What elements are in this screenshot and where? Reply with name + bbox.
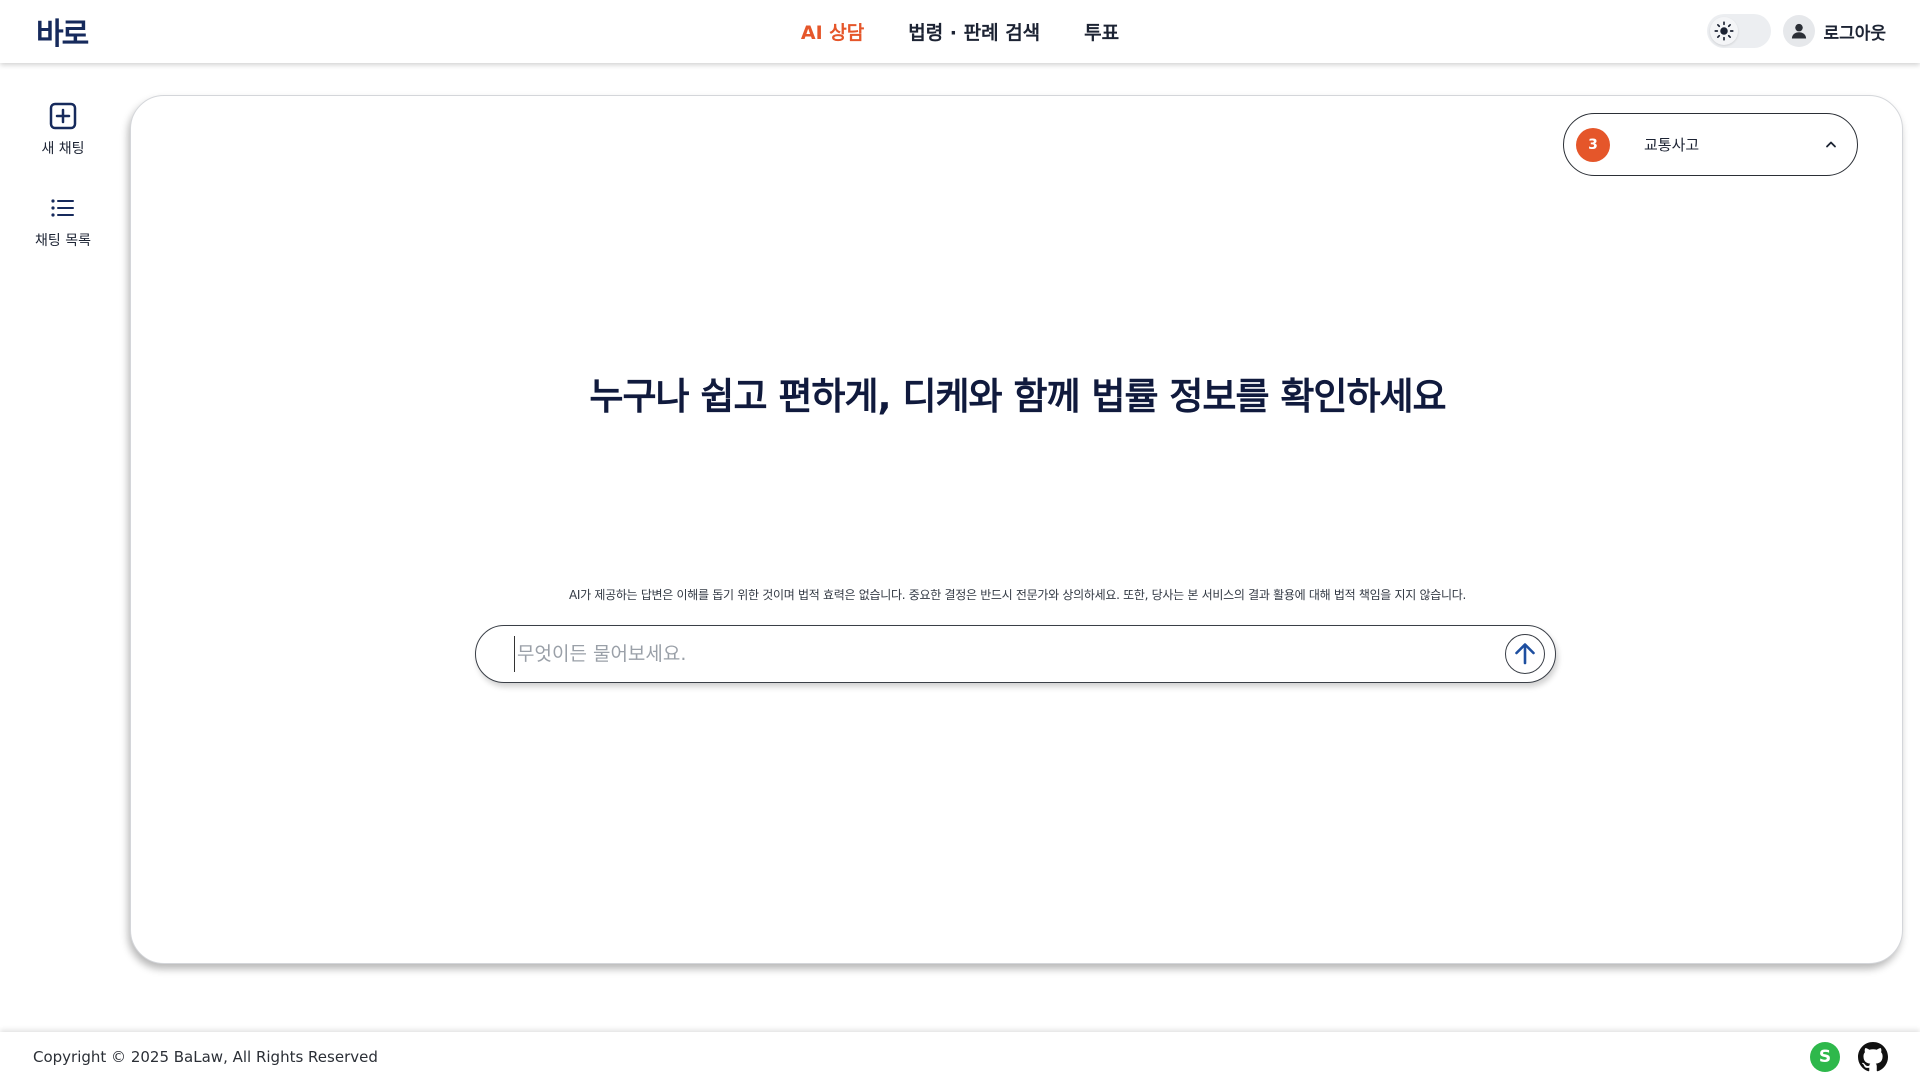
user-icon [1783,15,1816,47]
sidebar: 새 채팅 채팅 목록 [0,63,126,1023]
main-nav: AI 상담 법령 · 판례 검색 투표 [0,0,1920,63]
ai-disclaimer: AI가 제공하는 답변은 이해를 돕기 위한 것이며 법적 효력은 없습니다. … [568,588,1467,602]
arrow-up-icon [1515,643,1535,665]
plus-square-icon [47,100,79,132]
copyright-text: Copyright © 2025 BaLaw, All Rights Reser… [33,1048,378,1066]
category-label: 교통사고 [1644,136,1700,154]
category-select[interactable]: 3 교통사고 [1563,113,1858,176]
nav-ai-consult[interactable]: AI 상담 [801,18,864,45]
chat-list-button[interactable]: 채팅 목록 [0,192,126,250]
logo-text: 바로 [36,17,89,52]
footer-links: S [1810,1042,1888,1072]
new-chat-button[interactable]: 새 채팅 [0,100,126,158]
logout-label: 로그아웃 [1823,23,1886,44]
s-logo-icon[interactable]: S [1810,1042,1840,1072]
list-icon [47,192,79,224]
chevron-up-icon [1823,136,1839,152]
new-chat-label: 새 채팅 [41,141,85,157]
theme-toggle[interactable] [1707,14,1772,48]
top-header: 바로 AI 상담 법령 · 판례 검색 투표 로그아웃 [0,0,1920,63]
chat-panel: 3 교통사고 누구나 쉽고 편하게, 디케와 함께 법률 정보를 확인하세요 A… [130,95,1903,964]
header-actions: 로그아웃 [1707,14,1886,48]
logout-button[interactable]: 로그아웃 [1783,15,1886,47]
chat-input[interactable] [514,636,1454,672]
s-logo-letter: S [1818,1047,1832,1067]
nav-law-search[interactable]: 법령 · 판례 검색 [908,18,1040,45]
send-button[interactable] [1505,634,1545,674]
brand-logo[interactable]: 바로 [36,14,89,52]
page-headline: 누구나 쉽고 편하게, 디케와 함께 법률 정보를 확인하세요 [589,375,1446,418]
github-icon[interactable] [1858,1042,1888,1072]
nav-vote[interactable]: 투표 [1084,18,1119,45]
sun-icon [1710,17,1739,45]
category-count-badge: 3 [1576,127,1610,162]
chat-list-label: 채팅 목록 [35,233,91,249]
footer: Copyright © 2025 BaLaw, All Rights Reser… [0,1032,1920,1080]
chat-input-box [475,625,1556,683]
